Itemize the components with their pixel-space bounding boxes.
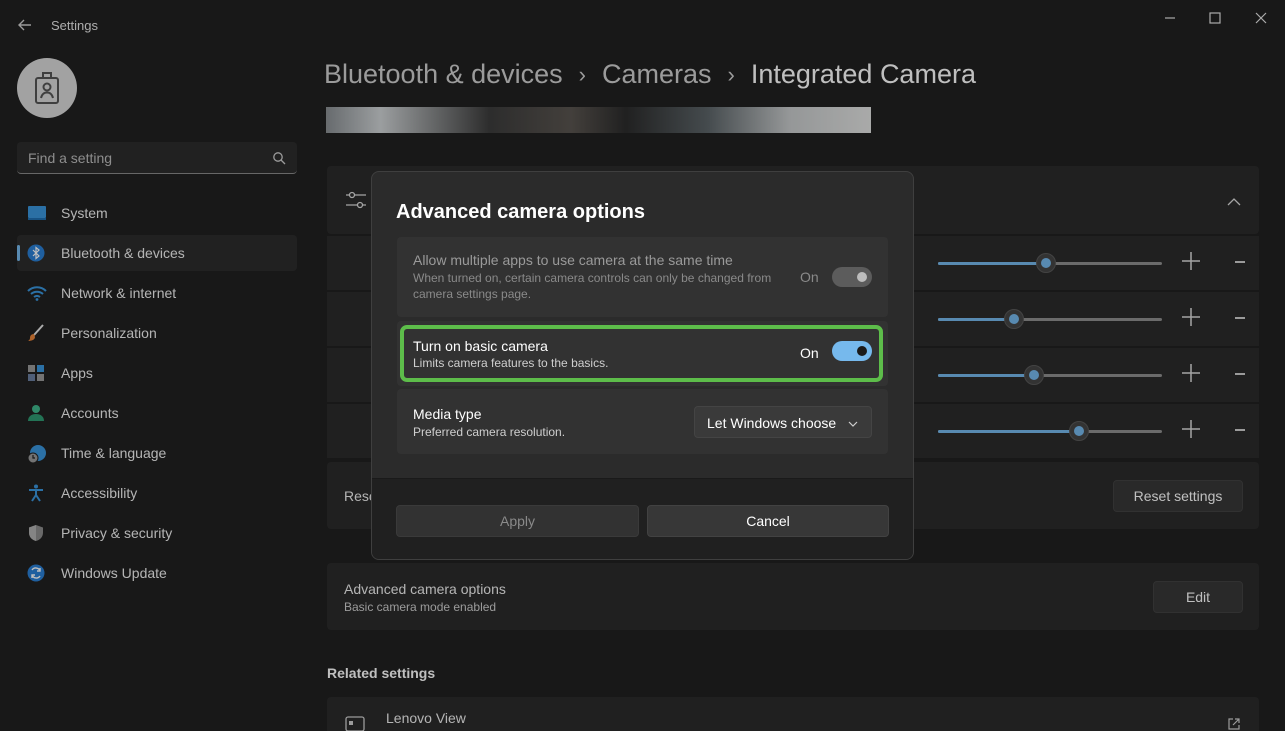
cancel-button[interactable]: Cancel xyxy=(647,505,889,537)
multi-app-description: When turned on, certain camera controls … xyxy=(413,271,772,301)
multi-app-title: Allow multiple apps to use camera at the… xyxy=(413,252,733,268)
toggle-knob xyxy=(857,272,867,282)
media-type-selected: Let Windows choose xyxy=(707,415,837,431)
multi-app-toggle xyxy=(832,267,872,287)
media-type-row: Media type Preferred camera resolution. … xyxy=(397,389,888,454)
media-type-description: Preferred camera resolution. xyxy=(413,425,566,439)
dialog-title: Advanced camera options xyxy=(396,201,645,223)
basic-camera-description: Limits camera features to the basics. xyxy=(413,356,609,370)
toggle-knob xyxy=(857,346,867,356)
multi-app-camera-row: Allow multiple apps to use camera at the… xyxy=(397,237,888,317)
apply-button[interactable]: Apply xyxy=(396,505,639,537)
media-type-title: Media type xyxy=(413,406,482,422)
basic-camera-title: Turn on basic camera xyxy=(413,338,548,354)
media-type-dropdown[interactable]: Let Windows choose xyxy=(694,406,872,438)
basic-camera-state-label: On xyxy=(800,345,819,361)
multi-app-state-label: On xyxy=(800,269,819,285)
advanced-camera-options-dialog: Advanced camera options Allow multiple a… xyxy=(371,171,914,560)
chevron-down-icon xyxy=(847,417,859,429)
basic-camera-toggle[interactable] xyxy=(832,341,872,361)
basic-camera-row: Turn on basic camera Limits camera featu… xyxy=(397,321,888,386)
dialog-footer: Apply Cancel xyxy=(372,478,913,559)
